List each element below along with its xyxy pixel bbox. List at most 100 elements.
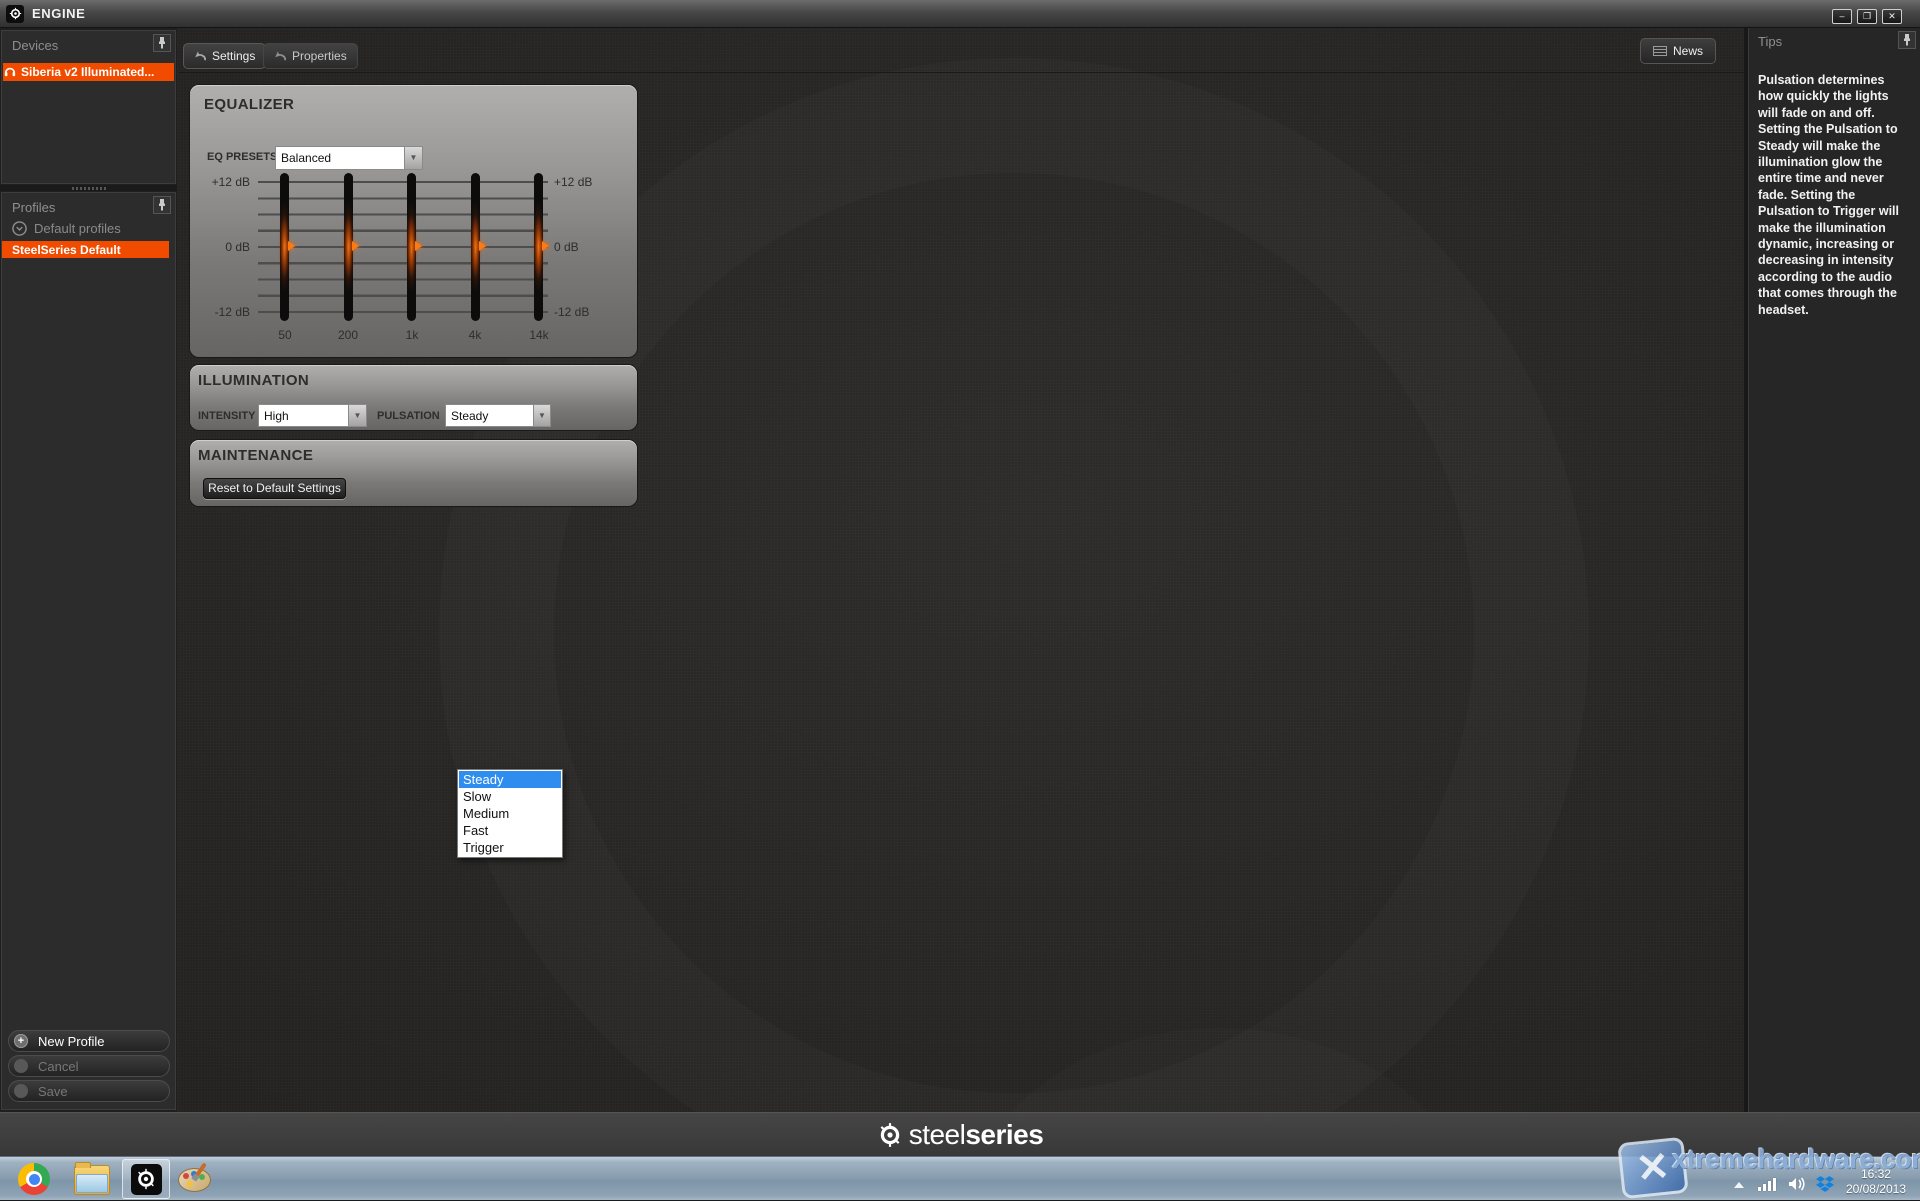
explorer-icon[interactable] <box>74 1165 110 1195</box>
tab-properties[interactable]: Properties <box>263 43 358 69</box>
steelseries-engine-taskbar-button[interactable] <box>122 1159 170 1199</box>
eq-slider-50[interactable] <box>280 173 289 321</box>
system-tray: 16:32 20/08/2013 <box>1734 1157 1916 1201</box>
eq-thumb[interactable] <box>479 241 486 251</box>
eq-thumb[interactable] <box>542 241 549 251</box>
eq-band-label-4k: 4k <box>455 328 495 342</box>
cancel-button[interactable]: Cancel <box>8 1055 170 1077</box>
titlebar: ENGINE – ❐ ✕ <box>0 0 1920 28</box>
intensity-label: INTENSITY <box>198 410 255 422</box>
chevron-down-icon[interactable]: ▼ <box>348 404 367 427</box>
plus-icon: + <box>14 1034 28 1048</box>
eq-thumb[interactable] <box>352 241 359 251</box>
main-content: Settings Properties News EQUALIZER EQ PR… <box>179 28 1744 1112</box>
chevron-down-circle-icon <box>12 221 27 236</box>
profiles-panel: Profiles Default profiles SteelSeries De… <box>1 192 176 1110</box>
equalizer-panel: EQUALIZER EQ PRESETS Balanced ▼ +12 dB 0… <box>190 85 637 357</box>
eq-band-label-14k: 14k <box>519 328 559 342</box>
eq-scale-top-left: +12 dB <box>192 175 250 189</box>
curved-arrow-icon <box>274 51 287 62</box>
close-button[interactable]: ✕ <box>1882 9 1902 24</box>
tips-body-text: Pulsation determines how quickly the lig… <box>1758 72 1908 318</box>
maintenance-title: MAINTENANCE <box>198 447 313 464</box>
speaker-icon[interactable] <box>1788 1176 1806 1192</box>
pin-devices-button[interactable] <box>153 34 171 52</box>
save-button[interactable]: Save <box>8 1080 170 1102</box>
steelseries-gear-icon <box>877 1122 903 1148</box>
dropdown-option-trigger[interactable]: Trigger <box>459 839 561 856</box>
eq-presets-label: EQ PRESETS <box>207 151 277 163</box>
pulsation-combobox[interactable]: Steady ▼ <box>445 404 551 427</box>
clock-date: 20/08/2013 <box>1846 1182 1906 1197</box>
devices-panel-title: Devices <box>2 31 175 53</box>
steelseries-engine-window: ENGINE – ❐ ✕ Devices Siberia v2 Illumina… <box>0 0 1920 1200</box>
dropdown-option-fast[interactable]: Fast <box>459 822 561 839</box>
eq-slider-14k[interactable] <box>534 173 543 321</box>
profile-item-steelseries-default[interactable]: SteelSeries Default <box>2 241 169 258</box>
eq-band-label-50: 50 <box>265 328 305 342</box>
chevron-down-icon[interactable]: ▼ <box>533 404 551 427</box>
default-profiles-group[interactable]: Default profiles <box>12 219 121 237</box>
minimize-button[interactable]: – <box>1832 9 1852 24</box>
footer-brand-bar: steelseries <box>0 1112 1920 1156</box>
paint-icon[interactable] <box>178 1164 212 1194</box>
illumination-title: ILLUMINATION <box>198 372 309 389</box>
chevron-down-icon[interactable]: ▼ <box>404 146 423 170</box>
network-signal-icon[interactable] <box>1758 1178 1776 1191</box>
eq-band-label-1k: 1k <box>392 328 432 342</box>
maintenance-panel: MAINTENANCE Reset to Default Settings <box>190 440 637 506</box>
devices-panel: Devices Siberia v2 Illuminated... <box>1 30 176 184</box>
circle-icon <box>14 1059 28 1073</box>
pin-tips-button[interactable] <box>1898 31 1916 49</box>
pin-profiles-button[interactable] <box>153 196 171 214</box>
eq-scale-bot-right: -12 dB <box>554 305 612 319</box>
brand-logo: steelseries <box>909 1119 1044 1151</box>
eq-thumb[interactable] <box>415 241 422 251</box>
eq-slider-200[interactable] <box>344 173 353 321</box>
news-button[interactable]: News <box>1640 38 1716 64</box>
eq-slider-4k[interactable] <box>471 173 480 321</box>
tab-settings[interactable]: Settings <box>183 43 266 69</box>
restore-button[interactable]: ❐ <box>1857 9 1877 24</box>
pulsation-dropdown-list: Steady Slow Medium Fast Trigger <box>457 769 563 858</box>
intensity-value: High <box>258 404 348 427</box>
eq-scale-mid-left: 0 dB <box>192 240 250 254</box>
illumination-panel: ILLUMINATION INTENSITY High ▼ PULSATION … <box>190 365 637 430</box>
eq-band-label-200: 200 <box>328 328 368 342</box>
eq-preset-value: Balanced <box>275 146 404 170</box>
curved-arrow-icon <box>194 51 207 62</box>
tips-panel: Tips Pulsation determines how quickly th… <box>1748 28 1920 1112</box>
steelseries-gear-icon <box>131 1164 162 1195</box>
device-label: Siberia v2 Illuminated... <box>21 65 154 79</box>
reset-defaults-button[interactable]: Reset to Default Settings <box>203 478 346 499</box>
profile-label: SteelSeries Default <box>12 243 121 257</box>
dropdown-option-medium[interactable]: Medium <box>459 805 561 822</box>
headset-icon <box>3 66 17 78</box>
eq-scale-bot-left: -12 dB <box>192 305 250 319</box>
pulsation-value: Steady <box>445 404 533 427</box>
profiles-panel-title: Profiles <box>2 193 175 215</box>
window-title: ENGINE <box>32 6 85 21</box>
eq-slider-1k[interactable] <box>407 173 416 321</box>
dropdown-option-steady[interactable]: Steady <box>459 771 561 788</box>
new-profile-button[interactable]: + New Profile <box>8 1030 170 1052</box>
dropbox-icon[interactable] <box>1816 1176 1834 1192</box>
eq-preset-combobox[interactable]: Balanced ▼ <box>275 146 423 170</box>
eq-thumb[interactable] <box>288 241 295 251</box>
equalizer-title: EQUALIZER <box>204 96 294 113</box>
chrome-icon[interactable] <box>18 1163 50 1195</box>
show-hidden-icons-icon[interactable] <box>1734 1182 1744 1188</box>
taskbar: 16:32 20/08/2013 <box>0 1156 1920 1200</box>
eq-scale-top-right: +12 dB <box>554 175 612 189</box>
eq-grid <box>258 181 548 313</box>
device-item-siberia[interactable]: Siberia v2 Illuminated... <box>3 63 174 81</box>
clock-time: 16:32 <box>1846 1167 1906 1182</box>
steelseries-gear-icon <box>6 5 24 23</box>
pulsation-label: PULSATION <box>377 410 440 422</box>
panel-splitter[interactable] <box>0 185 177 191</box>
dropdown-option-slow[interactable]: Slow <box>459 788 561 805</box>
intensity-combobox[interactable]: High ▼ <box>258 404 367 427</box>
default-profiles-label: Default profiles <box>34 221 121 236</box>
sidebar: Devices Siberia v2 Illuminated... Profil… <box>0 28 177 1112</box>
taskbar-clock[interactable]: 16:32 20/08/2013 <box>1846 1167 1916 1197</box>
